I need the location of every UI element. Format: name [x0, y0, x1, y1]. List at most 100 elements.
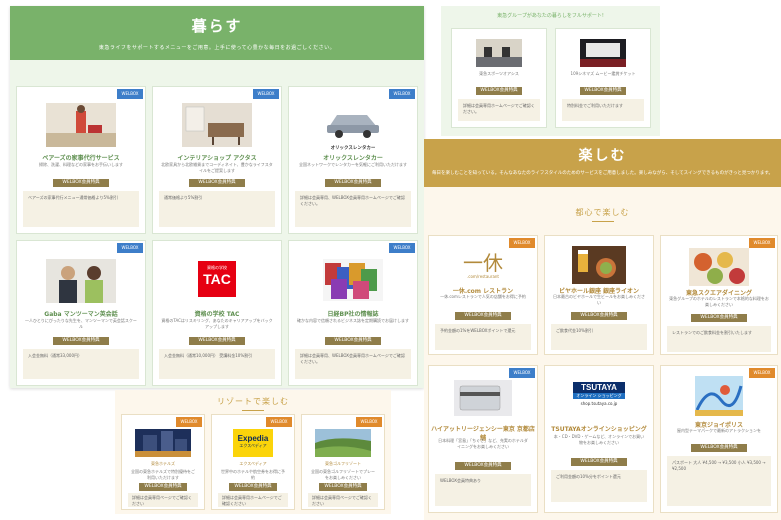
service-card-cinema[interactable]: 109シネマズ ムービー鑑賞チケット WELBOX会員特典 特別料金でご利用いた…	[555, 28, 651, 128]
welbox-label: WELBOX会員特典	[455, 312, 511, 320]
card-note: ご利用金額の10%分をポイント還元	[551, 470, 647, 502]
section-title-toshin: 都心で楽しむ	[424, 207, 781, 222]
card-title: エクスペディア	[239, 461, 267, 466]
welbox-label: WELBOX会員特典	[580, 87, 626, 95]
card-title: TSUTAYAオンラインショッピング	[551, 426, 647, 433]
golf-course-image	[315, 429, 371, 457]
magazines-image	[323, 259, 383, 301]
card-note: 入会金無料（通常33,000円）	[23, 349, 139, 379]
english-lesson-image	[46, 259, 116, 303]
welbox-label: WELBOX会員特典	[229, 483, 277, 491]
card-note: ご飲食代金10%割引	[551, 324, 647, 350]
card-title: ベアーズの家事代行サービス	[42, 155, 120, 162]
card-desc: 日本最古のビヤホールで生ビールをお楽しみください	[553, 294, 645, 305]
service-card-lion[interactable]: ビヤホール銀座 銀座ライオン 日本最古のビヤホールで生ビールをお楽しみください …	[544, 235, 654, 355]
service-card-joypolis[interactable]: WELBOX 東京ジョイポリス 屋内型テーマパークで最新のアトラクションを WE…	[660, 365, 778, 513]
tanoshimu-panel: 楽しむ 毎日を楽しむことを知っている。そんなあなたのライフスタイルのためのサービ…	[424, 139, 781, 520]
card-note: パスポート 大人 ¥4,500 → ¥3,500 小人 ¥3,500 → ¥2,…	[667, 456, 771, 506]
card-note: WELBOX会員特典あり	[435, 474, 531, 506]
card-desc: 全国の東急ゴルフリゾートでプレーをお楽しみください	[311, 469, 375, 480]
beer-food-image	[572, 246, 626, 284]
section-title-resort: リゾートで楽しむ	[115, 396, 391, 411]
service-card-tsutaya[interactable]: TSUTAYA オンライン ショッピング shop.tsutaya.co.jp …	[544, 365, 654, 513]
service-card-tokyu-hotels[interactable]: WELBOX 東急ホテルズ 全国の東急ホテルズで特別優待をご利用いただけます W…	[121, 414, 205, 510]
card-note: 詳細は会員専用、WELBOX会員専用ホームページでご確認ください。	[295, 191, 411, 227]
card-note: 詳細は会員専用ホームページでご確認ください。	[458, 99, 540, 121]
card-note: 詳細は会員専用、WELBOX会員専用ホームページでご確認ください。	[295, 349, 411, 379]
expedia-logo: Expedia エクスペディア	[233, 429, 273, 457]
resort-panel: リゾートで楽しむ WELBOX 東急ホテルズ 全国の東急ホテルズで特別優待をご利…	[115, 390, 391, 514]
ikkyu-logo-text: 一休	[463, 251, 503, 275]
tokyu-group-heading: 東急グループがあなたの暮らしをフルサポート!	[497, 13, 604, 19]
service-card-hyatt[interactable]: WELBOX ハイアットリージェンシー東京 京都店舗 日本料理「宮島」「ちぐさ」…	[428, 365, 538, 513]
card-note: 入会金無料（通常10,000円） 受講料金10%割引	[159, 349, 275, 379]
kurasu-panel: 暮らす 東急ライフをサポートするメニューをご用意。上手に使って心豊かな毎日をお過…	[10, 6, 424, 388]
service-card-square-dining[interactable]: WELBOX 東急スクエアダイニング 東急グループのホテルのレストランで本格的な…	[660, 235, 778, 355]
card-title: 日経BP社の情報誌	[327, 311, 379, 318]
service-card-bears[interactable]: WELBOX ベアーズの家事代行サービス 掃除、洗濯、料理などの家事をお手伝いし…	[16, 86, 146, 234]
service-card-gaba[interactable]: WELBOX Gaba マンツーマン英会話 一人ひとりにぴったりな先生を、マンツ…	[16, 240, 146, 386]
card-desc: 日本料理「宮島」「ちぐさ」など、充実のホテルダイニングをお楽しみください	[438, 438, 528, 449]
welbox-label: WELBOX会員特典	[476, 87, 522, 95]
gift-card-image	[454, 380, 512, 416]
card-desc: 掃除、洗濯、料理などの家事をお手伝いします	[39, 162, 123, 167]
welbox-label: WELBOX会員特典	[325, 337, 381, 345]
card-desc: 一人ひとりにぴったりな先生を、マンツーマンで英会話スクール	[25, 318, 137, 329]
welbox-badge: WELBOX	[176, 417, 202, 427]
buffet-image	[689, 248, 749, 286]
welbox-badge: WELBOX	[389, 243, 415, 253]
gym-image	[476, 39, 522, 67]
welbox-badge: WELBOX	[117, 243, 143, 253]
service-card-oasis[interactable]: 東急スポーツオアシス WELBOX会員特典 詳細は会員専用ホームページでご確認く…	[451, 28, 547, 128]
orix-logo: オリックスレンタカー	[330, 146, 376, 151]
theme-park-image	[695, 376, 743, 416]
kurasu-title: 暮らす	[191, 17, 243, 35]
card-note: 予約金額の1%をWELBOXポイントで還元	[435, 324, 531, 350]
tanoshimu-subtitle: 毎日を楽しむことを知っている。そんなあなたのライフスタイルのためのサービスをご用…	[432, 171, 773, 176]
service-card-ikkyu[interactable]: WELBOX 一休 .com/restaurant 一休.com レストラン 一…	[428, 235, 538, 355]
card-title: オリックスレンタカー	[323, 155, 383, 162]
service-card-golf[interactable]: WELBOX 東急ゴルフリゾート 全国の東急ゴルフリゾートでプレーをお楽しみくだ…	[301, 414, 385, 510]
welbox-badge: WELBOX	[117, 89, 143, 99]
card-title: 109シネマズ ムービー鑑賞チケット	[570, 71, 636, 76]
service-card-orix[interactable]: WELBOX オリックスレンタカー オリックスレンタカー 全国ネットワークでレン…	[288, 86, 418, 234]
car-image	[323, 105, 383, 145]
tsutaya-logo-text: TSUTAYA	[573, 382, 625, 393]
tokyu-group-panel: 東急グループがあなたの暮らしをフルサポート! 東急スポーツオアシス WELBOX…	[441, 6, 660, 136]
service-card-tac[interactable]: 資格の学校 TAC 資格の学校 TAC 資格のTACはリスキリング、あなたのキャ…	[152, 240, 282, 386]
service-card-actus[interactable]: WELBOX インテリアショップ アクタス 北欧家具から北欧雑貨までコーディネイ…	[152, 86, 282, 234]
welbox-badge: WELBOX	[509, 238, 535, 248]
cinema-image	[580, 39, 626, 67]
welbox-badge: WELBOX	[356, 417, 382, 427]
welbox-label: WELBOX会員特典	[53, 337, 109, 345]
card-note: ベアーズの家事代行メニュー通常価格より5%割引	[23, 191, 139, 227]
welbox-label: WELBOX会員特典	[189, 179, 245, 187]
welbox-badge: WELBOX	[389, 89, 415, 99]
tanoshimu-header: 楽しむ 毎日を楽しむことを知っている。そんなあなたのライフスタイルのためのサービ…	[424, 139, 781, 187]
card-desc: 確かな内容で信頼されるビジネス誌を定期購読でお届けします	[297, 318, 409, 323]
card-note: 特別料金でご利用いただけます	[562, 99, 644, 121]
expedia-logo-sub: エクスペディア	[239, 443, 267, 448]
service-card-nikkei[interactable]: WELBOX 日経BP社の情報誌 確かな内容で信頼されるビジネス誌を定期購読でお…	[288, 240, 418, 386]
housekeeping-image	[46, 103, 116, 147]
welbox-label: WELBOX会員特典	[189, 337, 245, 345]
tsutaya-logo: TSUTAYA オンライン ショッピング shop.tsutaya.co.jp	[573, 382, 625, 410]
welbox-label: WELBOX会員特典	[319, 483, 367, 491]
hotel-night-image	[135, 429, 191, 457]
tsutaya-logo-sub: オンライン ショッピング	[573, 393, 625, 399]
welbox-label: WELBOX会員特典	[571, 312, 627, 320]
card-title: 東急ゴルフリゾート	[325, 461, 361, 466]
card-title: 資格の学校 TAC	[194, 311, 240, 318]
tanoshimu-title: 楽しむ	[578, 148, 627, 164]
card-desc: 全国の東急ホテルズで特別優待をご利用いただけます	[131, 469, 195, 480]
tsutaya-logo-url: shop.tsutaya.co.jp	[580, 401, 618, 406]
welbox-label: WELBOX会員特典	[691, 314, 747, 322]
welbox-label: WELBOX会員特典	[571, 458, 627, 466]
card-desc: 一休.comレストランで人気の店舗をお得に予約	[440, 294, 526, 299]
card-desc: 屋内型テーマパークで最新のアトラクションを	[677, 428, 761, 433]
service-card-expedia[interactable]: WELBOX Expedia エクスペディア エクスペディア 世界中のホテルや航…	[211, 414, 295, 510]
welbox-label: WELBOX会員特典	[139, 483, 187, 491]
card-title: インテリアショップ アクタス	[177, 155, 257, 162]
welbox-label: WELBOX会員特典	[691, 444, 747, 452]
welbox-badge: WELBOX	[253, 89, 279, 99]
